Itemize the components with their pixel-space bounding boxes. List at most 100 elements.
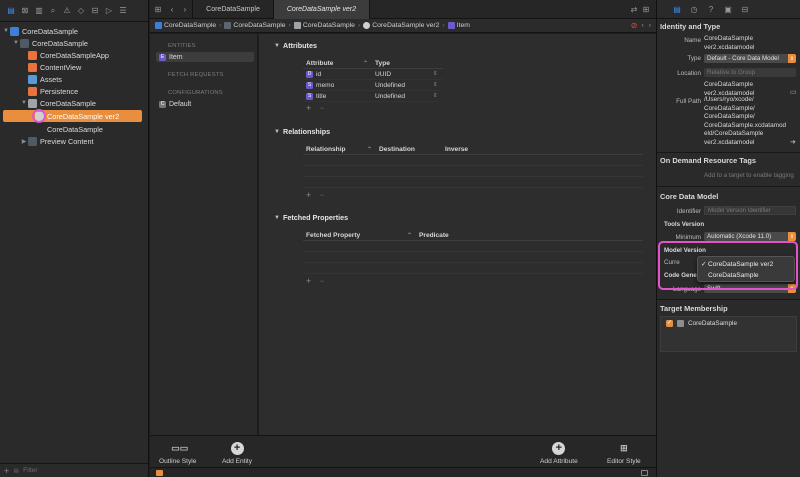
folder-icon[interactable]: ▤	[5, 5, 17, 17]
table-row[interactable]: S title Undefined ⇕	[303, 91, 443, 102]
sort-up-icon[interactable]: ⌃	[367, 146, 379, 153]
attribute-type[interactable]: Undefined	[375, 82, 433, 89]
table-row[interactable]: S memo Undefined ⇕	[303, 80, 443, 91]
column-header-attribute[interactable]: Attribute	[303, 60, 363, 67]
tree-item-file[interactable]: Persistence	[0, 85, 148, 97]
outline-style-button[interactable]: ▭▭ Outline Style	[159, 442, 196, 465]
disclosure-closed-icon[interactable]: ▶	[20, 138, 28, 145]
test-icon[interactable]: ◇	[75, 5, 87, 17]
status-strip	[150, 467, 656, 477]
remove-attribute-button[interactable]: −	[319, 103, 324, 113]
tree-item-file[interactable]: CoreDataSample	[0, 123, 148, 135]
disclosure-open-icon[interactable]: ▼	[274, 215, 280, 221]
add-entity-button[interactable]: + Add Entity	[222, 442, 252, 465]
tree-item-project[interactable]: ▼ CoreDataSample	[0, 25, 148, 37]
table-row	[303, 155, 643, 166]
column-header-predicate[interactable]: Predicate	[419, 232, 519, 239]
issue-icon[interactable]: ⚠	[61, 5, 73, 17]
tree-item-file[interactable]: Assets	[0, 73, 148, 85]
disclosure-open-icon[interactable]: ▼	[274, 43, 280, 49]
tab-coredatasample[interactable]: CoreDataSample	[192, 0, 274, 19]
attributes-section-title[interactable]: ▼ Attributes	[274, 41, 317, 50]
file-inspector-icon[interactable]: ▤	[671, 3, 683, 15]
jumpbar-item[interactable]: CoreDataSample	[303, 22, 355, 29]
jumpbar-item[interactable]: CoreDataSample	[164, 22, 216, 29]
remove-relationship-button[interactable]: −	[319, 190, 324, 200]
attribute-type[interactable]: Undefined	[375, 93, 433, 100]
relationships-section-title[interactable]: ▼ Relationships	[274, 127, 330, 136]
filter-input[interactable]: Filter	[23, 467, 37, 474]
help-icon[interactable]: ?	[705, 3, 717, 15]
debug-icon[interactable]: ⊟	[89, 5, 101, 17]
remove-fetched-property-button[interactable]: −	[319, 276, 324, 286]
add-icon[interactable]: +	[4, 466, 9, 476]
tab-coredatasample-ver2[interactable]: CoreDataSample ver2	[274, 0, 370, 19]
chevron-left-icon[interactable]: ‹	[641, 22, 643, 29]
disclosure-open-icon[interactable]: ▼	[12, 40, 20, 46]
add-attribute-button[interactable]: +	[306, 103, 311, 113]
disclosure-open-icon[interactable]: ▼	[274, 129, 280, 135]
popup-arrows-icon[interactable]: ⇕	[433, 71, 438, 77]
tree-item-data-model-group[interactable]: ▼ CoreDataSample	[0, 97, 148, 109]
add-fetched-property-button[interactable]: +	[306, 276, 311, 286]
name-value[interactable]: CoreDataSample ver2.xcdatamodel	[704, 35, 794, 52]
add-relationship-button[interactable]: +	[306, 190, 311, 200]
type-popup[interactable]: Default - Core Data Model ⇕	[704, 54, 796, 63]
attributes-table: Attribute ⌃ Type D id UUID ⇕ S memo Unde…	[303, 58, 443, 102]
jumpbar-item[interactable]: CoreDataSample	[233, 22, 285, 29]
attribute-type[interactable]: UUID	[375, 71, 433, 78]
fetched-properties-table: Fetched Property ⌃ Predicate	[303, 230, 643, 274]
tree-item-group[interactable]: ▼ CoreDataSample	[0, 37, 148, 49]
disclosure-open-icon[interactable]: ▼	[20, 100, 28, 106]
entity-icon	[447, 22, 455, 29]
grid-icon[interactable]: ⊞	[150, 3, 166, 15]
folder-icon[interactable]: ▭	[790, 88, 797, 96]
jumpbar-item[interactable]: CoreDataSample ver2	[372, 22, 439, 29]
chevron-right-icon[interactable]: ›	[649, 22, 651, 29]
column-header-fetched-property[interactable]: Fetched Property	[303, 232, 407, 239]
column-header-destination[interactable]: Destination	[379, 146, 445, 153]
identity-icon[interactable]: ▣	[722, 3, 734, 15]
sort-up-icon[interactable]: ⌃	[407, 232, 419, 239]
breakpoint-icon[interactable]: ▷	[103, 5, 115, 17]
column-header-type[interactable]: Type	[375, 60, 435, 67]
warning-icon[interactable]: ⊘	[631, 21, 638, 30]
popup-arrows-icon: ⇕	[788, 232, 796, 241]
fetched-properties-section-title[interactable]: ▼ Fetched Properties	[274, 213, 348, 222]
jumpbar-item[interactable]: Item	[457, 22, 470, 29]
configuration-item[interactable]: C Default	[156, 99, 254, 109]
debug-area-toggle-icon[interactable]	[156, 470, 163, 476]
attributes-add-remove: + −	[306, 103, 325, 113]
tree-item-file[interactable]: CoreDataSampleApp	[0, 49, 148, 61]
sort-up-icon[interactable]: ⌃	[363, 60, 375, 67]
data-model-inspector-icon[interactable]: ⊟	[739, 3, 751, 15]
tree-item-selected[interactable]: CoreDataSample ver2	[3, 110, 142, 122]
report-icon[interactable]: ☰	[117, 5, 129, 17]
column-header-inverse[interactable]: Inverse	[445, 146, 525, 153]
symbol-icon[interactable]: ▥	[33, 5, 45, 17]
popup-arrows-icon[interactable]: ⇕	[433, 82, 438, 88]
split-editor-icon[interactable]: ⊞	[640, 3, 652, 15]
refresh-icon[interactable]: ⇄	[628, 3, 640, 15]
forward-arrow-icon[interactable]: ›	[178, 3, 192, 15]
back-arrow-icon[interactable]: ‹	[166, 3, 178, 15]
source-control-icon[interactable]: ⊠	[19, 5, 31, 17]
popup-arrows-icon[interactable]: ⇕	[433, 93, 438, 99]
identifier-input[interactable]: Model Version Identifier	[704, 206, 796, 215]
table-row[interactable]: D id UUID ⇕	[303, 69, 443, 80]
panel-toggle-icon[interactable]	[641, 470, 648, 476]
checkbox-checked-icon[interactable]: ✓	[666, 320, 673, 327]
reveal-arrow-icon[interactable]: ➜	[790, 138, 796, 146]
editor-style-button[interactable]: ⊞ Editor Style	[607, 442, 641, 465]
disclosure-open-icon[interactable]: ▼	[2, 28, 10, 34]
entity-item[interactable]: E Item	[156, 52, 254, 62]
tree-item-group[interactable]: ▶ Preview Content	[0, 135, 148, 147]
tree-item-file[interactable]: ContentView	[0, 61, 148, 73]
add-attribute-bottom-button[interactable]: + Add Attribute	[540, 442, 578, 465]
minimum-popup[interactable]: Automatic (Xcode 11.0) ⇕	[704, 232, 796, 241]
location-popup[interactable]: Relative to Group	[704, 68, 796, 77]
find-icon[interactable]: ⌕	[47, 5, 59, 17]
entity-outline: ENTITIES E Item FETCH REQUESTS CONFIGURA…	[150, 34, 258, 435]
history-icon[interactable]: ◷	[688, 3, 700, 15]
column-header-relationship[interactable]: Relationship	[303, 146, 367, 153]
